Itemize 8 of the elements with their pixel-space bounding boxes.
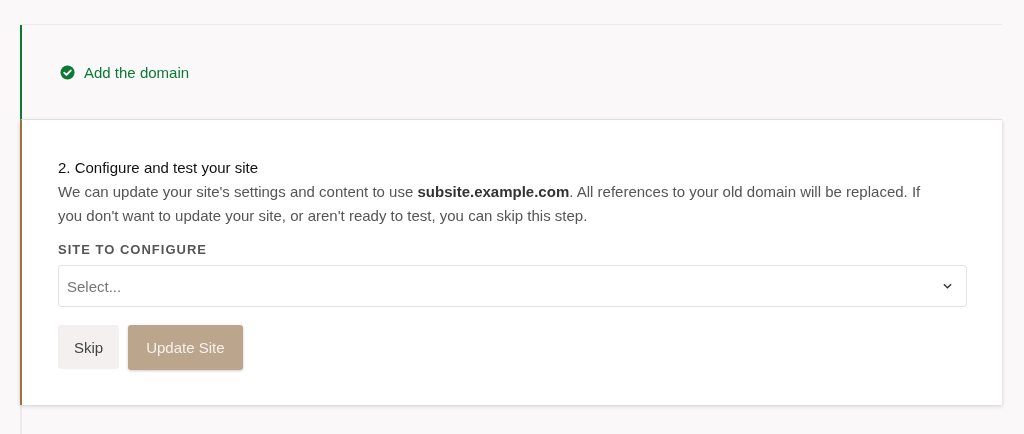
- site-select[interactable]: Select...: [58, 265, 967, 307]
- chevron-down-icon: [943, 283, 952, 289]
- step-title: Add the domain: [84, 63, 190, 81]
- step-title: 2. Configure and test your site: [58, 158, 260, 178]
- skip-button[interactable]: Skip: [58, 325, 120, 369]
- field-label: SITE TO CONFIGURE: [58, 242, 208, 257]
- step-description: We can update your site's settings and content to use subsite.example.com. All references to your old domain will be replaced. If you don't want to update your site, or aren't ready to test, you can skip this step.: [58, 182, 922, 226]
- check-circle-icon: [60, 64, 75, 80]
